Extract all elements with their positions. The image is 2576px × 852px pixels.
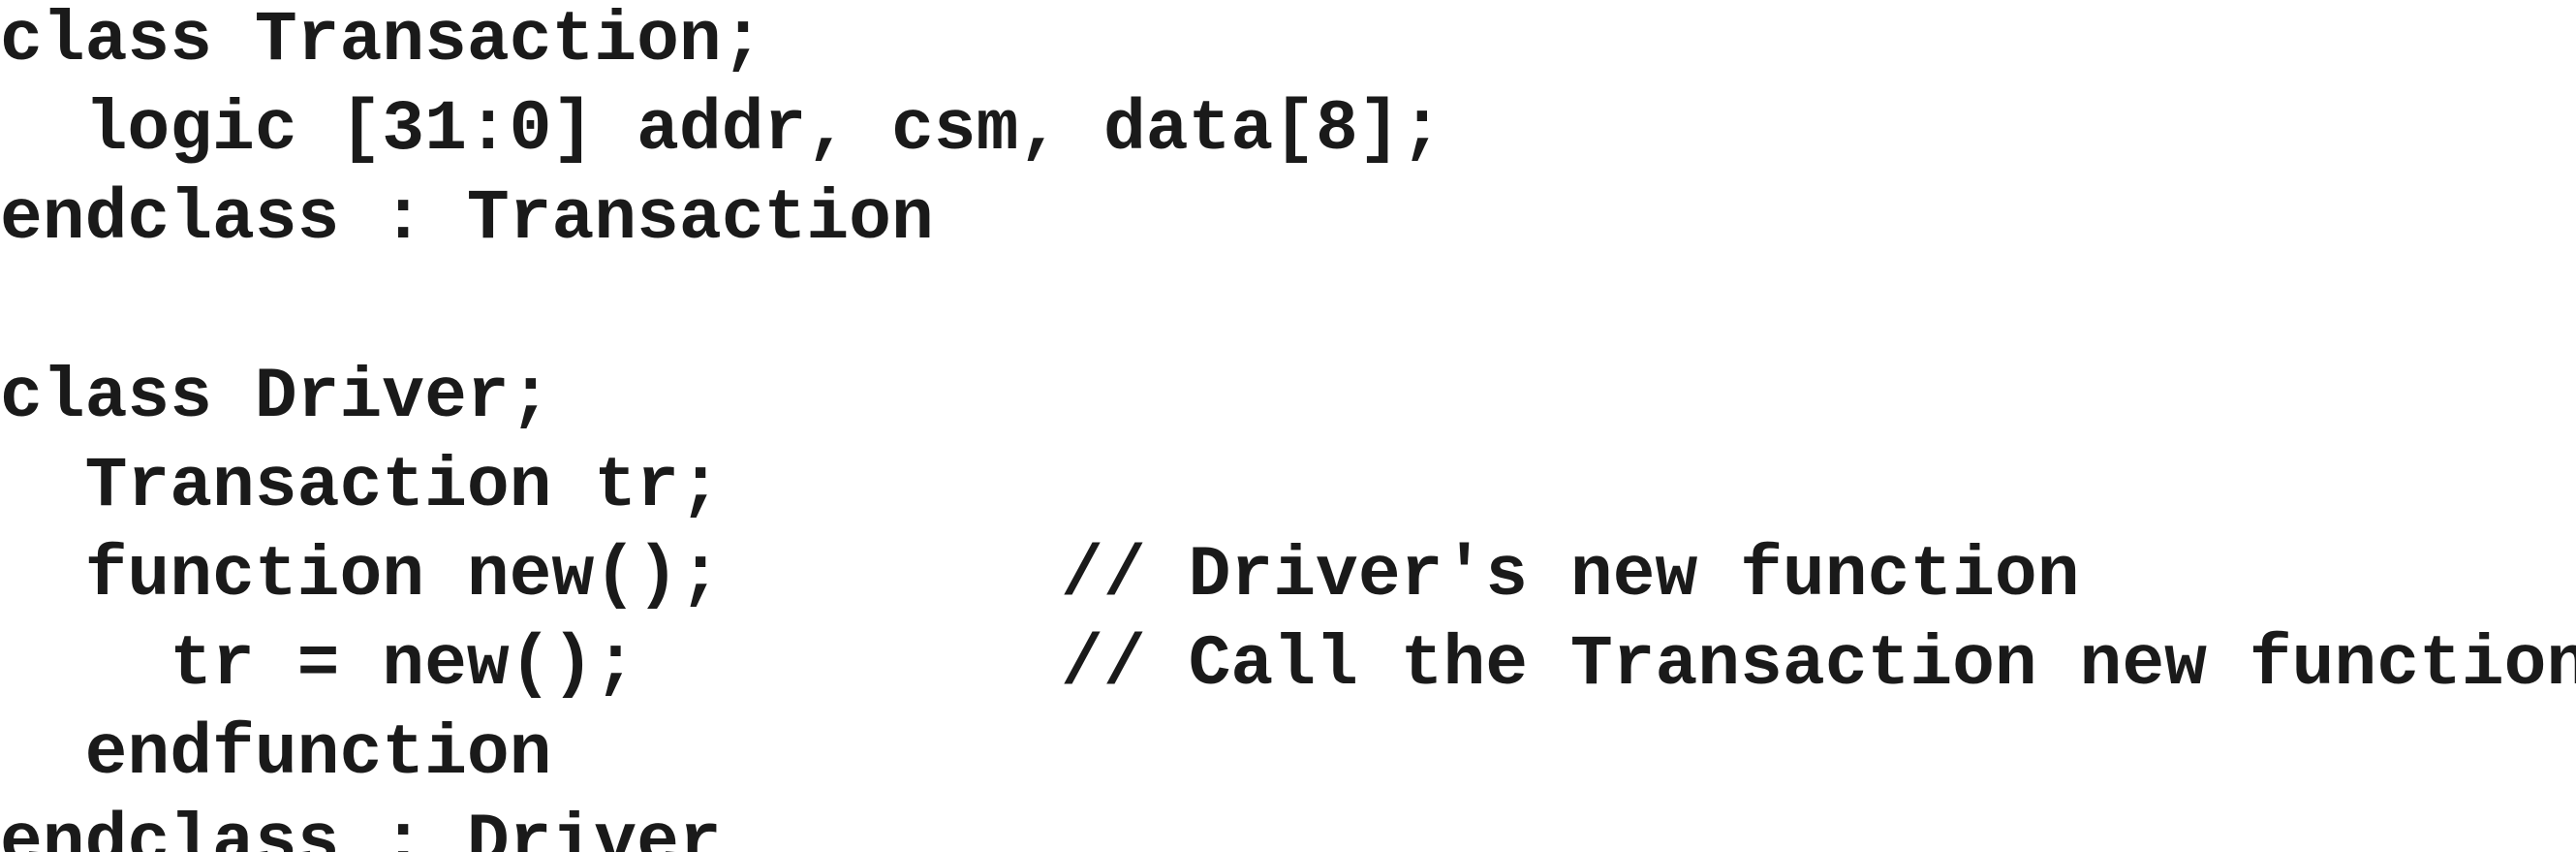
code-line: endfunction bbox=[0, 713, 552, 794]
code-line: Transaction tr; bbox=[0, 446, 722, 526]
code-line: class Driver; bbox=[0, 357, 552, 437]
code-line: tr = new(); // Call the Transaction new … bbox=[0, 624, 2576, 705]
code-line: endclass : Driver bbox=[0, 803, 722, 852]
code-line: class Transaction; bbox=[0, 0, 764, 80]
code-line: endclass : Transaction bbox=[0, 178, 934, 259]
code-line: function new(); // Driver's new function bbox=[0, 535, 2080, 615]
code-listing: class Transaction; logic [31:0] addr, cs… bbox=[0, 0, 2576, 852]
code-line: logic [31:0] addr, csm, data[8]; bbox=[0, 89, 1443, 170]
